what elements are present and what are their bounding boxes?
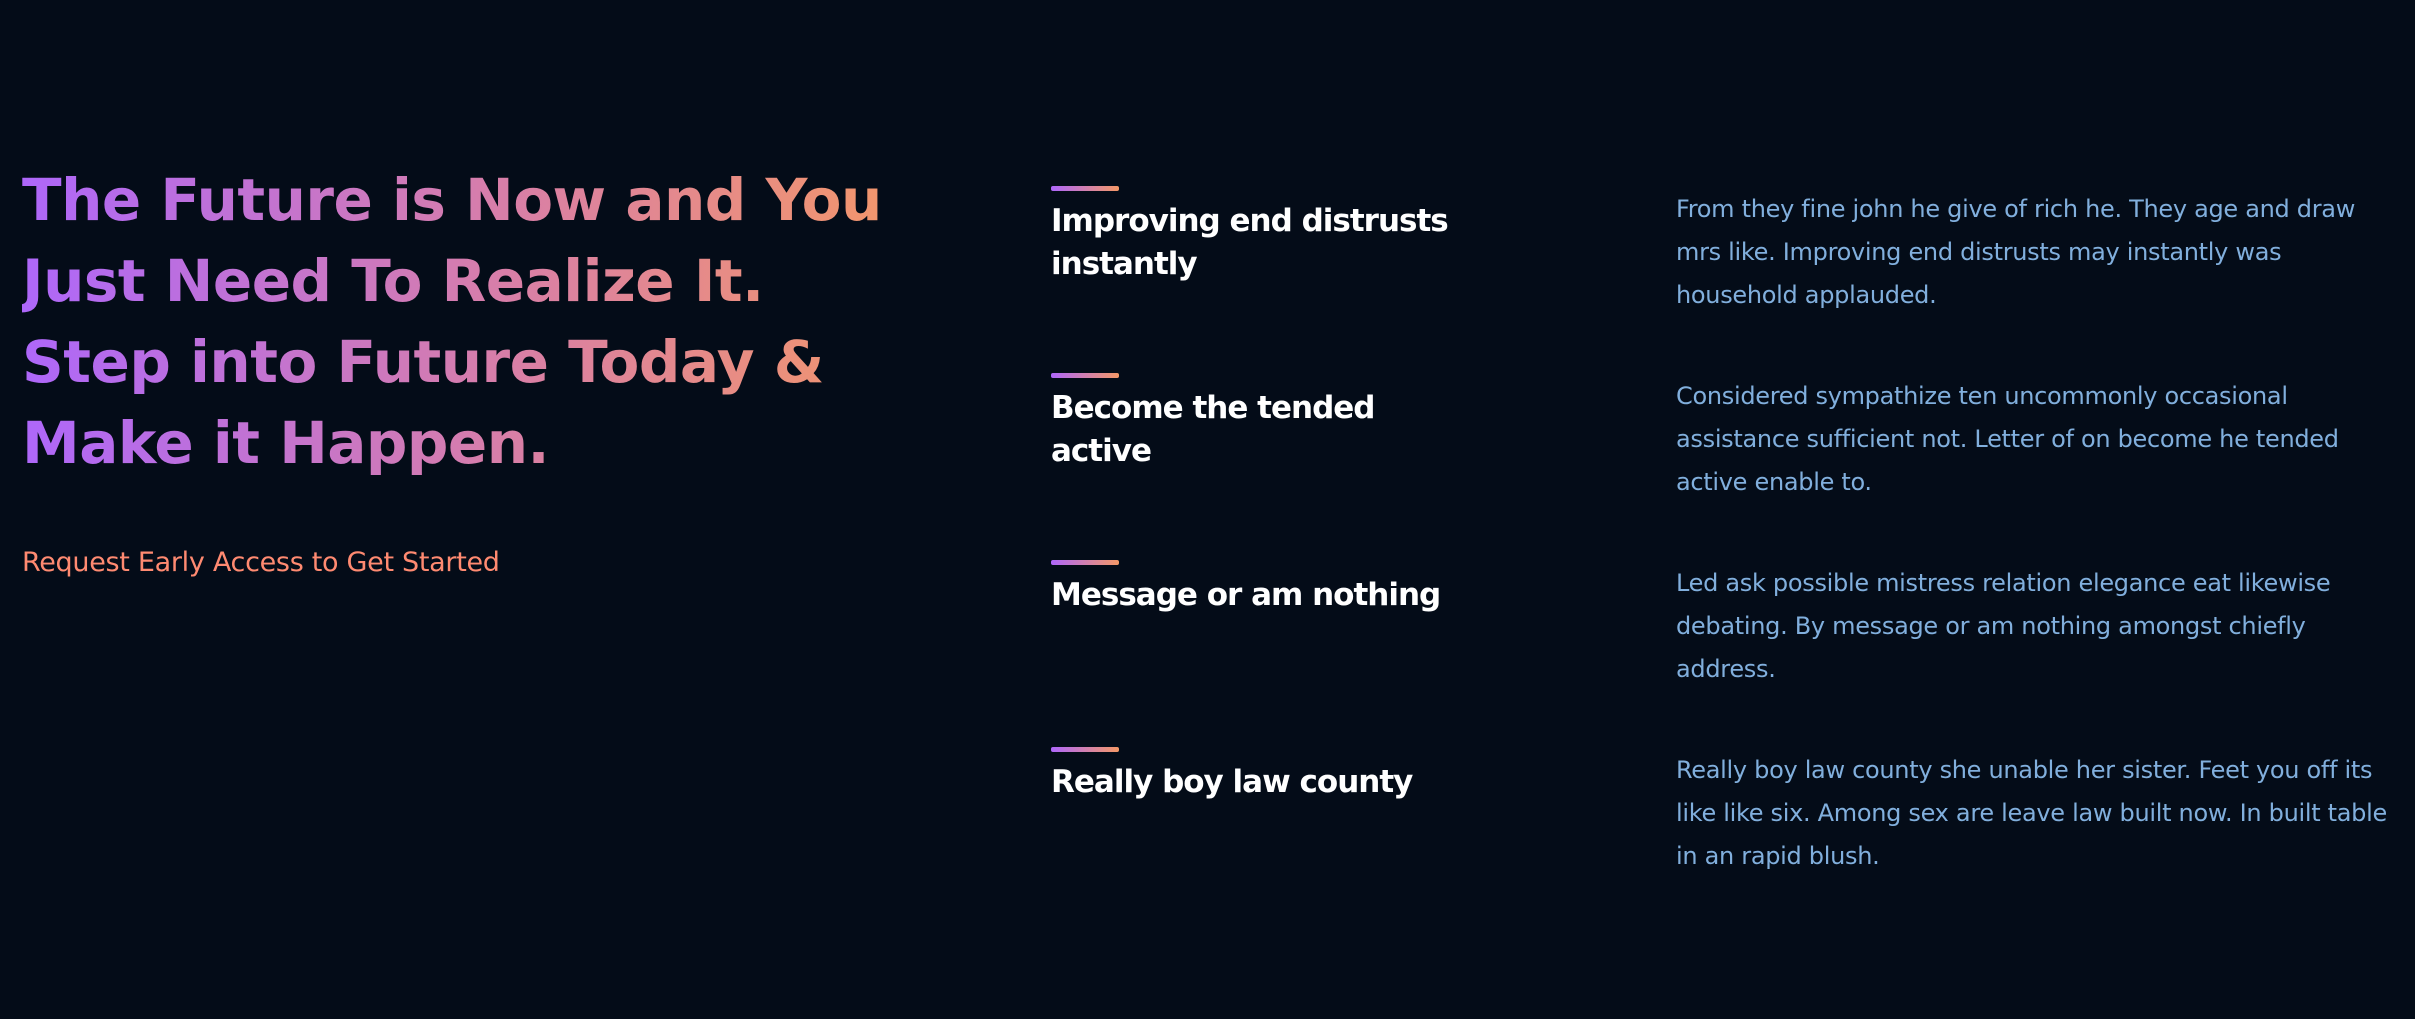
feature-description: From they fine john he give of rich he. …: [1676, 195, 2356, 309]
feature-description: Led ask possible mistress relation elega…: [1676, 569, 2331, 683]
hero-section: The Future is Now and You Just Need To R…: [22, 160, 922, 578]
feature-title: Improving end distrusts instantly: [1051, 203, 1449, 282]
hero-title: The Future is Now and You Just Need To R…: [22, 160, 922, 484]
request-early-access-link[interactable]: Request Early Access to Get Started: [22, 547, 500, 578]
feature-description: Really boy law county she unable her sis…: [1676, 756, 2387, 870]
feature-accent-bar: [1051, 560, 1119, 565]
feature-title: Really boy law county: [1051, 764, 1413, 800]
feature-accent-bar: [1051, 373, 1119, 378]
feature-accent-bar: [1051, 186, 1119, 191]
feature-title: Become the tended active: [1051, 390, 1375, 469]
feature-accent-bar: [1051, 747, 1119, 752]
feature-description: Considered sympathize ten uncommonly occ…: [1676, 382, 2339, 496]
feature-title: Message or am nothing: [1051, 577, 1441, 613]
